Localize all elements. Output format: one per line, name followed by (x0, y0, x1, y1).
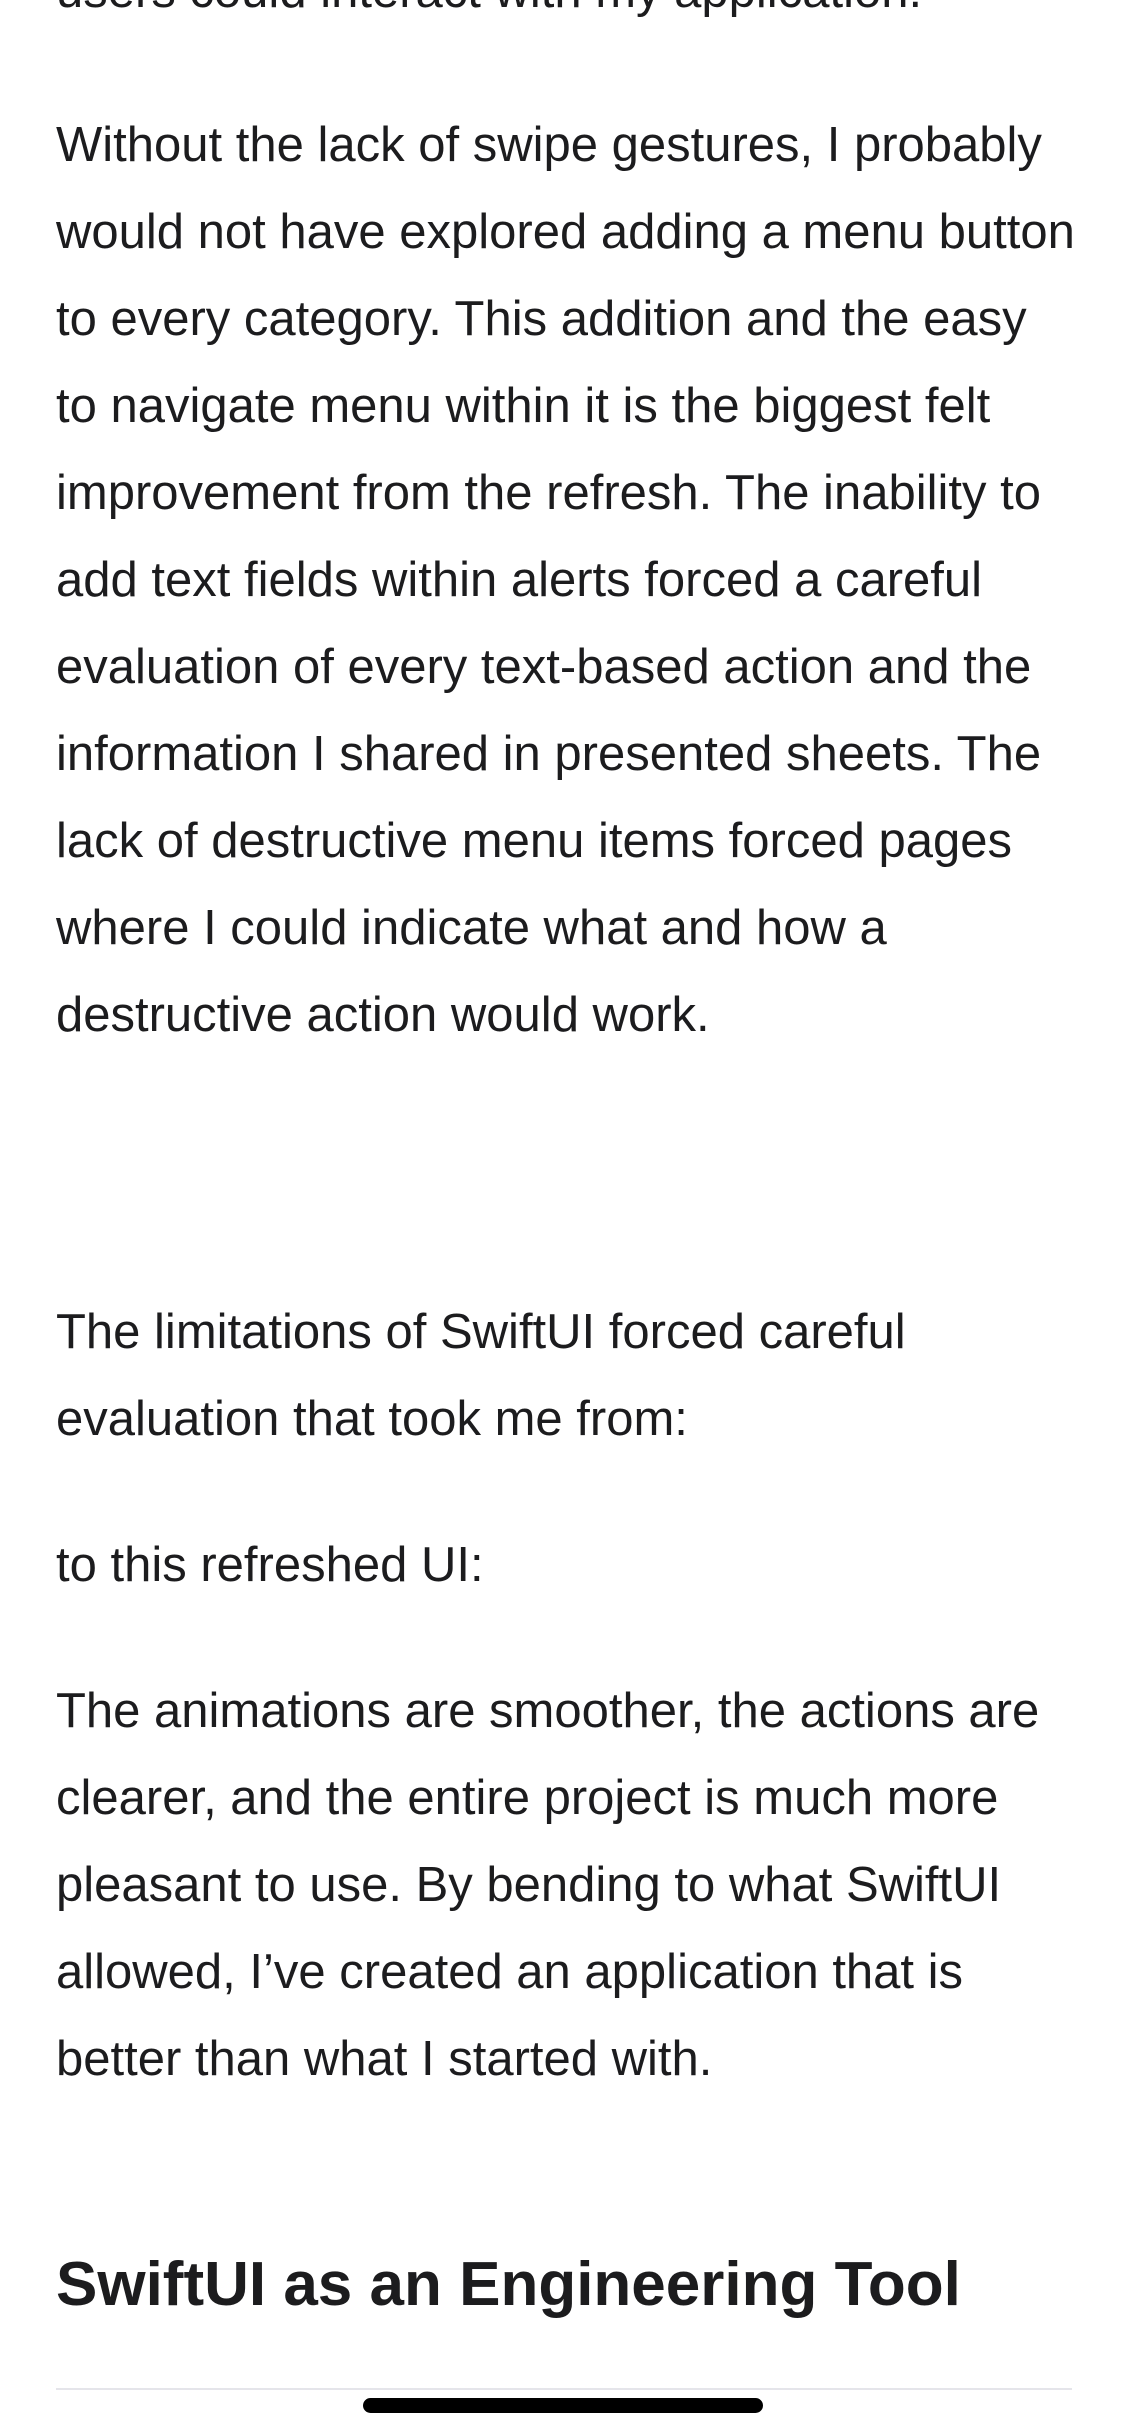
article-paragraph: to this refreshed UI: (56, 1538, 484, 1592)
article-paragraph: The limitations of SwiftUI forced carefu… (56, 1305, 906, 1446)
home-indicator[interactable] (363, 2398, 763, 2413)
article-paragraph: The animations are smoother, the actions… (56, 1684, 1040, 2086)
divider (56, 2388, 1072, 2390)
article-content[interactable]: users could interact with my application… (0, 0, 1125, 2436)
section-heading: SwiftUI as an Engineering Tool (56, 2250, 961, 2319)
article-paragraph: Without the lack of swipe gestures, I pr… (56, 118, 1075, 1042)
article-paragraph-cut-off: users could interact with my application… (56, 0, 1076, 35)
